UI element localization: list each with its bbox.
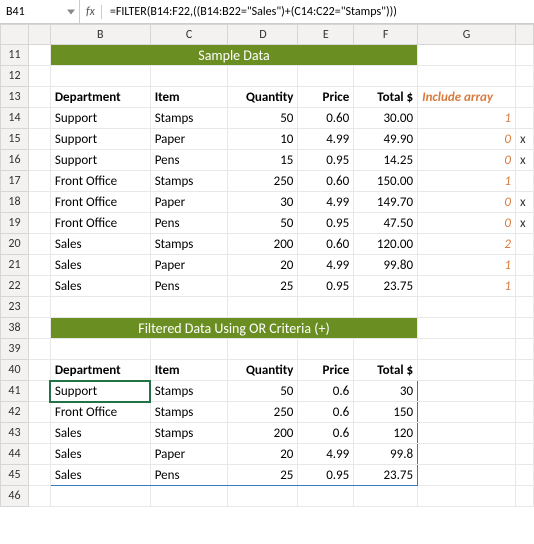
data1-row: 15SupportPaper104.9949.900x [1,129,534,150]
data1-row: 14SupportStamps500.6030.001 [1,108,534,129]
formula-input[interactable]: =FILTER(B14:F22,((B14:B22="Sales")+(C14:… [102,3,534,21]
data1-row: 16SupportPens150.9514.250x [1,150,534,171]
spreadsheet-grid[interactable]: B C D E F G 11 Sample Data 12 13 Departme… [0,24,534,507]
row-46[interactable]: 46 [1,486,29,507]
row-12[interactable]: 12 [1,66,29,87]
formula-bar: B41 fx =FILTER(B14:F22,((B14:B22="Sales"… [0,0,534,24]
row-39[interactable]: 39 [1,339,29,360]
data2-row: 42Front OfficeStamps2500.6150 [1,402,534,423]
col-b[interactable]: B [50,25,150,45]
data1-row: 20SalesStamps2000.60120.002 [1,234,534,255]
hdr-dept2: Department [50,360,150,381]
hdr-total2: Total $ [354,360,418,381]
section1-title: Sample Data [50,45,417,66]
fx-button[interactable]: fx [80,5,102,19]
data1-row: 21SalesPaper204.9999.801 [1,255,534,276]
name-box-text: B41 [6,5,25,19]
data1-row: 19Front OfficePens500.9547.500x [1,213,534,234]
row-23[interactable]: 23 [1,297,29,318]
data1-row: 17Front OfficeStamps2500.60150.001 [1,171,534,192]
data1-row: 18Front OfficePaper304.99149.700x [1,192,534,213]
col-f[interactable]: F [354,25,418,45]
col-g[interactable]: G [418,25,516,45]
row-38[interactable]: 38 [1,318,29,339]
col-d[interactable]: D [228,25,298,45]
row-11[interactable]: 11 [1,45,29,66]
hdr-item2: Item [150,360,228,381]
data2-row: 43SalesStamps2000.6120 [1,423,534,444]
section2-title: Filtered Data Using OR Criteria (+) [50,318,417,339]
col-a[interactable] [28,25,50,45]
row-13[interactable]: 13 [1,87,29,108]
cell-B41[interactable]: Support [50,381,150,402]
row-40[interactable]: 40 [1,360,29,381]
data2-row: 41SupportStamps500.630 [1,381,534,402]
hdr-item: Item [150,87,228,108]
hdr-total: Total $ [354,87,418,108]
col-c[interactable]: C [150,25,228,45]
data2-row: 45SalesPens250.9523.75 [1,465,534,486]
col-e[interactable]: E [298,25,354,45]
hdr-dept: Department [50,87,150,108]
hdr-price: Price [298,87,354,108]
hdr-price2: Price [298,360,354,381]
hdr-qty: Quantity [228,87,298,108]
data1-row: 22SalesPens250.9523.751 [1,276,534,297]
hdr-qty2: Quantity [228,360,298,381]
data2-row: 44SalesPaper204.9999.8 [1,444,534,465]
hdr-include: Include array [418,87,516,108]
name-box[interactable]: B41 [0,0,80,23]
column-headers: B C D E F G [1,25,534,45]
